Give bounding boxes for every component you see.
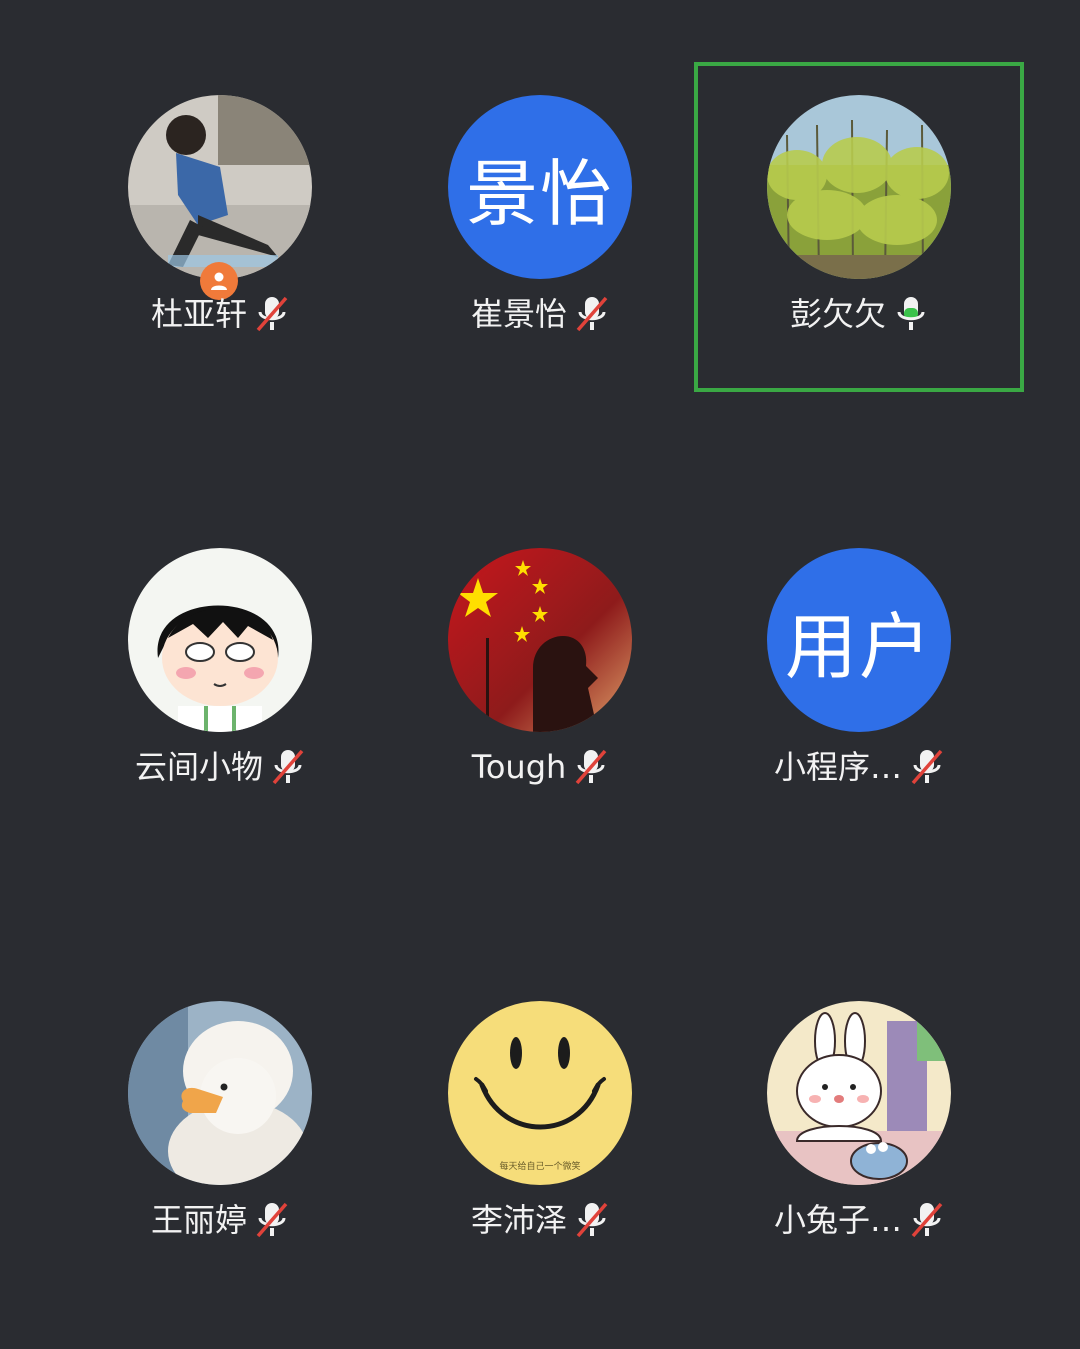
trees-photo-avatar bbox=[767, 95, 951, 279]
mic-muted-icon bbox=[256, 296, 288, 332]
mic-active-icon bbox=[897, 297, 925, 330]
participant-name: 王丽婷 bbox=[150, 1201, 247, 1239]
mic-muted-icon bbox=[575, 749, 607, 785]
mic-muted-icon bbox=[911, 749, 943, 785]
avatar bbox=[767, 95, 951, 279]
avatar bbox=[128, 548, 312, 732]
participant-name: 杜亚轩 bbox=[150, 295, 247, 333]
participant-name: 李沛泽 bbox=[470, 1201, 567, 1239]
name-row: 彭欠欠 bbox=[694, 294, 1024, 334]
cartoon-girl-avatar bbox=[128, 548, 312, 732]
name-row: 云间小物 bbox=[55, 747, 385, 787]
participant-name: 彭欠欠 bbox=[789, 295, 886, 333]
participant-tile[interactable]: 云间小物 bbox=[55, 515, 385, 845]
participant-tile[interactable]: 杜亚轩 bbox=[55, 62, 385, 392]
name-row: 小兔子… bbox=[694, 1200, 1024, 1240]
avatar-caption: 每天给自己一个微笑 bbox=[499, 1160, 580, 1172]
mic-muted-icon bbox=[272, 749, 304, 785]
boy-photo-avatar bbox=[128, 95, 312, 279]
bunny-cartoon-avatar bbox=[767, 1001, 951, 1185]
smiley-face-avatar: 每天给自己一个微笑 bbox=[448, 1001, 632, 1185]
flag-silhouette-avatar bbox=[448, 548, 632, 732]
mic-muted-icon bbox=[576, 296, 608, 332]
duck-photo-avatar bbox=[128, 1001, 312, 1185]
mic-muted-icon bbox=[911, 1202, 943, 1238]
participant-tile[interactable]: Tough bbox=[375, 515, 705, 845]
participant-name: 小兔子… bbox=[773, 1201, 902, 1239]
name-row: 李沛泽 bbox=[375, 1200, 705, 1240]
participant-tile[interactable]: 小兔子… bbox=[694, 968, 1024, 1298]
participant-tile[interactable]: 用户 小程序… bbox=[694, 515, 1024, 845]
mic-muted-icon bbox=[256, 1202, 288, 1238]
name-row: 小程序… bbox=[694, 747, 1024, 787]
avatar: 每天给自己一个微笑 bbox=[448, 1001, 632, 1185]
participant-tile[interactable]: 景怡 崔景怡 bbox=[375, 62, 705, 392]
avatar bbox=[128, 95, 312, 279]
name-row: Tough bbox=[375, 747, 705, 787]
participant-grid: 杜亚轩 景怡 崔景怡 彭欠欠 云间小物 Tough 用户 小程序… 王丽婷 每天… bbox=[0, 0, 1080, 1349]
avatar: 用户 bbox=[767, 548, 951, 732]
avatar bbox=[448, 548, 632, 732]
avatar bbox=[767, 1001, 951, 1185]
participant-name: 崔景怡 bbox=[470, 295, 567, 333]
participant-name: 小程序… bbox=[773, 748, 902, 786]
mic-muted-icon bbox=[576, 1202, 608, 1238]
participant-tile[interactable]: 王丽婷 bbox=[55, 968, 385, 1298]
person-icon bbox=[211, 272, 227, 290]
avatar: 景怡 bbox=[448, 95, 632, 279]
name-row: 杜亚轩 bbox=[55, 294, 385, 334]
participant-tile[interactable]: 每天给自己一个微笑 李沛泽 bbox=[375, 968, 705, 1298]
participant-name: Tough bbox=[471, 748, 567, 786]
avatar bbox=[128, 1001, 312, 1185]
name-row: 崔景怡 bbox=[375, 294, 705, 334]
name-row: 王丽婷 bbox=[55, 1200, 385, 1240]
participant-name: 云间小物 bbox=[134, 748, 263, 786]
participant-tile-speaking[interactable]: 彭欠欠 bbox=[694, 62, 1024, 392]
